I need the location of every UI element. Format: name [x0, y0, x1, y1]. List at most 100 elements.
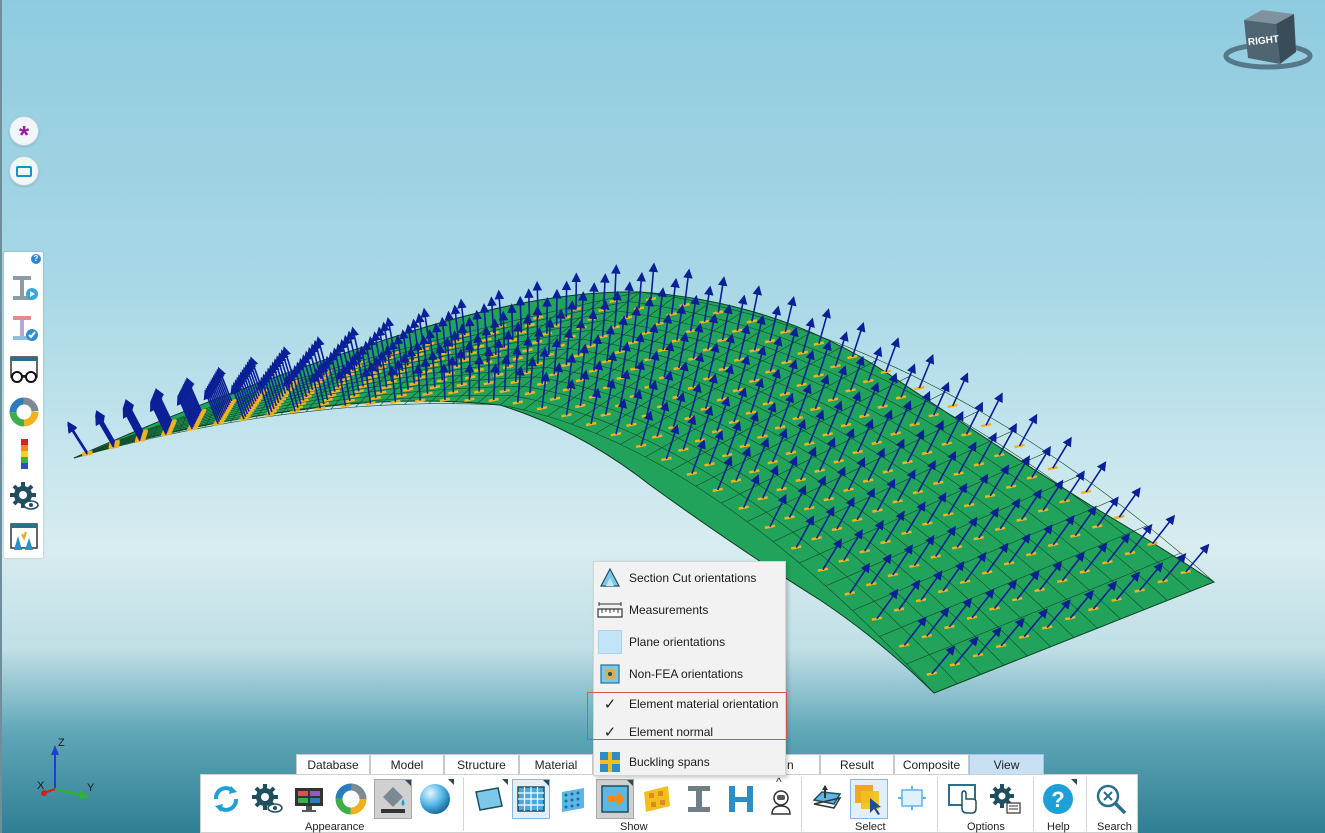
- display-tools-palette: ?: [4, 252, 43, 558]
- element-normal-arrow: [1085, 461, 1107, 493]
- menu-item-label: Measurements: [629, 603, 709, 617]
- tab-composite[interactable]: Composite: [894, 754, 969, 774]
- glasses-view-tool[interactable]: [8, 354, 40, 386]
- beam-check-icon: [13, 316, 38, 341]
- snap-asterisk-button[interactable]: *: [9, 116, 39, 150]
- element-normal-arrow: [918, 354, 935, 389]
- ruler-icon: [597, 598, 623, 622]
- show-surface-button[interactable]: [470, 779, 508, 819]
- svg-text:?: ?: [1051, 787, 1064, 812]
- rectangle-icon: [16, 165, 32, 177]
- collapse-caret-icon[interactable]: ^: [776, 775, 782, 789]
- menu-item-non-fea-orientations[interactable]: Non-FEA orientations: [594, 659, 785, 689]
- menu-item-section-cut-orientations[interactable]: Section Cut orientations: [594, 563, 785, 593]
- ribbon-separator: [937, 777, 938, 831]
- ribbon-separator: [801, 777, 802, 831]
- tab-hidden-partial[interactable]: n: [784, 754, 820, 774]
- ribbon-separator: [463, 777, 464, 831]
- gear-card-icon: [990, 784, 1021, 814]
- select-box-button[interactable]: [892, 779, 930, 819]
- ring-color-tool[interactable]: [8, 396, 40, 428]
- gear-eye-icon: [10, 482, 39, 510]
- glasses-view-icon: [10, 356, 38, 383]
- colorbar-legend-tool[interactable]: [8, 438, 40, 470]
- menu-item-measurements[interactable]: Measurements: [594, 595, 785, 625]
- mesh-grid-icon: [517, 786, 545, 812]
- tab-structure[interactable]: Structure: [444, 754, 519, 774]
- show-beams-button[interactable]: [680, 779, 718, 819]
- element-normal-arrow: [1118, 487, 1141, 518]
- beam-check-tool[interactable]: [8, 312, 40, 344]
- options-group-label: Options: [967, 821, 1005, 833]
- element-normal-arrow: [439, 363, 449, 400]
- element-normal-arrow: [515, 295, 526, 333]
- element-normal-arrow: [1018, 413, 1038, 447]
- help-button[interactable]: ?: [1039, 779, 1077, 819]
- ribbon-separator: [1086, 777, 1087, 831]
- tab-database[interactable]: Database: [296, 754, 370, 774]
- refresh-view-button[interactable]: [207, 779, 245, 819]
- panel-icon: [475, 787, 503, 811]
- options-touch-button[interactable]: [944, 779, 982, 819]
- show-properties-button[interactable]: [638, 779, 676, 819]
- show-astronaut-button[interactable]: ^: [762, 775, 800, 819]
- element-normal-arrow: [524, 288, 534, 326]
- tab-result[interactable]: Result: [820, 754, 894, 774]
- fill-color-button[interactable]: [374, 779, 412, 819]
- tab-model[interactable]: Model: [370, 754, 444, 774]
- view-ribbon: Appearance ^ Show Select Options ? Help …: [200, 774, 1138, 833]
- view-cube[interactable]: RIGHT: [1222, 6, 1318, 76]
- palette-help-icon[interactable]: ?: [31, 254, 41, 264]
- show-orientations-button[interactable]: [596, 779, 634, 819]
- show-stiffeners-button[interactable]: [722, 779, 760, 819]
- select-elements-button[interactable]: [850, 779, 888, 819]
- section-cut-icon: [597, 566, 623, 590]
- help-group-label: Help: [1047, 821, 1070, 833]
- touch-screen-icon: [948, 784, 977, 814]
- element-normal-arrow: [1185, 543, 1210, 573]
- select-group-label: Select: [855, 821, 886, 833]
- beam-play-icon: [13, 276, 38, 300]
- sphere-icon: [420, 784, 450, 814]
- element-normal-arrow: [490, 318, 500, 356]
- orientation-arrow-icon: [601, 785, 629, 813]
- non-fea-icon: [597, 662, 623, 686]
- node-grid-icon: [562, 788, 584, 812]
- element-normal-arrow: [985, 392, 1003, 426]
- color-ring-button[interactable]: [332, 779, 370, 819]
- show-mesh-button[interactable]: [512, 779, 550, 819]
- search-button[interactable]: [1092, 779, 1130, 819]
- element-normal-arrow: [456, 348, 466, 385]
- gear-eye-tool[interactable]: [8, 480, 40, 512]
- search-icon: [1096, 784, 1127, 815]
- triad-x-label: X: [37, 780, 45, 792]
- refresh-icon: [213, 786, 239, 812]
- orientation-display-menu: Section Cut orientations Measurements Pl…: [593, 561, 786, 776]
- select-surface-button[interactable]: [808, 779, 846, 819]
- shaded-sphere-button[interactable]: [416, 779, 454, 819]
- select-box-icon: [898, 786, 926, 810]
- i-beam-icon: [688, 786, 710, 812]
- window-select-button[interactable]: [9, 156, 39, 186]
- ring-color-icon: [9, 397, 39, 427]
- tab-view[interactable]: View: [969, 754, 1044, 774]
- menu-item-buckling-spans[interactable]: Buckling spans: [594, 747, 785, 777]
- buckling-spans-icon: [597, 750, 623, 774]
- beam-play-tool[interactable]: [8, 272, 40, 304]
- menu-item-label: Section Cut orientations: [629, 571, 757, 585]
- appearance-group-label: Appearance: [305, 821, 365, 833]
- asterisk-icon: *: [18, 120, 30, 150]
- display-settings-button[interactable]: [248, 779, 286, 819]
- screen-spark-tool[interactable]: [8, 522, 40, 554]
- checked-items-highlight: [587, 692, 787, 740]
- h-beam-icon: [729, 786, 753, 812]
- menu-item-plane-orientations[interactable]: Plane orientations: [594, 627, 785, 657]
- options-settings-button[interactable]: [986, 779, 1024, 819]
- viewport-monitor-button[interactable]: [290, 779, 328, 819]
- show-nodes-button[interactable]: [554, 779, 592, 819]
- element-normal-arrow: [507, 303, 517, 341]
- element-normal-arrow: [447, 355, 458, 393]
- element-normal-arrow: [951, 372, 969, 407]
- tab-material[interactable]: Material: [519, 754, 593, 774]
- paint-bucket-icon: [381, 787, 405, 813]
